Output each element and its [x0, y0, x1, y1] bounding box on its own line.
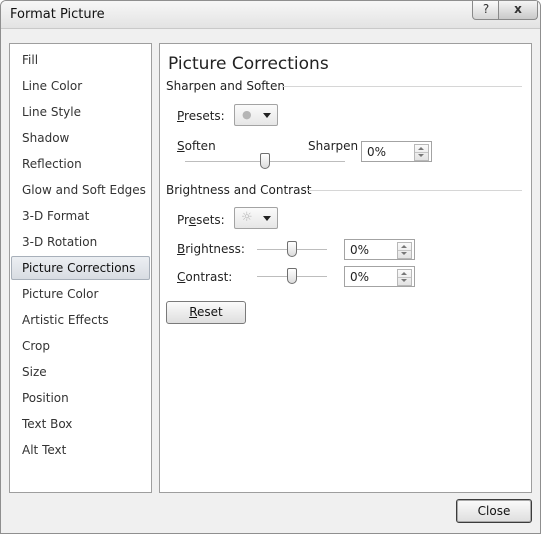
sharpen-presets-dropdown[interactable]: ●	[234, 104, 278, 126]
sharpen-presets-label: Presets:	[177, 109, 225, 123]
nav-item-3d-format[interactable]: 3-D Format	[11, 204, 150, 228]
spin-up-icon[interactable]	[401, 272, 407, 275]
nav-item-glow-soft-edges[interactable]: Glow and Soft Edges	[11, 178, 150, 202]
sharpen-value: 0%	[367, 145, 387, 159]
nav-item-reflection[interactable]: Reflection	[11, 152, 150, 176]
sun-preset-icon: ☼	[241, 210, 253, 225]
sharpen-value-spinner[interactable]: 0%	[361, 141, 432, 162]
spin-down-icon[interactable]	[418, 154, 424, 157]
contrast-value: 0%	[350, 270, 370, 284]
contrast-value-spinner[interactable]: 0%	[344, 266, 415, 287]
contrast-spin-buttons[interactable]	[397, 269, 412, 286]
spin-up-icon[interactable]	[401, 245, 407, 248]
nav-item-text-box[interactable]: Text Box	[11, 412, 150, 436]
brightness-value: 0%	[350, 243, 370, 257]
help-button[interactable]: ?	[472, 1, 500, 20]
nav-item-position[interactable]: Position	[11, 386, 150, 410]
brightness-presets-dropdown[interactable]: ☼	[234, 207, 278, 229]
picture-corrections-panel: Picture Corrections Sharpen and Soften P…	[159, 43, 532, 493]
sharpen-label: Sharpen	[308, 139, 359, 153]
title-bar: Format Picture ? x	[1, 1, 540, 29]
spin-up-icon[interactable]	[418, 147, 424, 150]
contrast-slider-thumb[interactable]	[287, 268, 297, 284]
category-list: Fill Line Color Line Style Shadow Reflec…	[9, 43, 152, 493]
close-button[interactable]: Close	[456, 499, 532, 523]
format-picture-dialog: Format Picture ? x Fill Line Color Line …	[0, 0, 541, 534]
nav-item-picture-color[interactable]: Picture Color	[11, 282, 150, 306]
group-divider	[307, 190, 522, 191]
nav-item-fill[interactable]: Fill	[11, 48, 150, 72]
close-window-button[interactable]: x	[498, 1, 538, 20]
dot-preset-icon: ●	[242, 108, 252, 121]
window-title: Format Picture	[10, 7, 105, 22]
brightness-presets-label: Presets:	[177, 213, 225, 227]
brightness-slider-thumb[interactable]	[287, 241, 297, 257]
brightness-value-spinner[interactable]: 0%	[344, 239, 415, 260]
contrast-label: Contrast:	[177, 270, 233, 284]
nav-item-line-color[interactable]: Line Color	[11, 74, 150, 98]
brightness-label: Brightness:	[177, 242, 245, 256]
group-divider	[282, 86, 522, 87]
nav-item-picture-corrections[interactable]: Picture Corrections	[11, 256, 150, 280]
chevron-down-icon	[263, 113, 271, 118]
nav-item-line-style[interactable]: Line Style	[11, 100, 150, 124]
nav-item-shadow[interactable]: Shadow	[11, 126, 150, 150]
nav-item-artistic-effects[interactable]: Artistic Effects	[11, 308, 150, 332]
chevron-down-icon	[263, 216, 271, 221]
nav-item-alt-text[interactable]: Alt Text	[11, 438, 150, 462]
reset-button[interactable]: Reset	[166, 301, 246, 324]
panel-title: Picture Corrections	[168, 54, 329, 74]
sharpen-slider-thumb[interactable]	[260, 153, 270, 169]
spin-down-icon[interactable]	[401, 279, 407, 282]
sharpen-soften-group-label: Sharpen and Soften	[166, 79, 285, 93]
spin-down-icon[interactable]	[401, 252, 407, 255]
soften-label: Soften	[177, 139, 216, 153]
brightness-contrast-group-label: Brightness and Contrast	[166, 183, 312, 197]
nav-item-size[interactable]: Size	[11, 360, 150, 384]
sharpen-spin-buttons[interactable]	[414, 144, 429, 161]
nav-item-crop[interactable]: Crop	[11, 334, 150, 358]
nav-item-3d-rotation[interactable]: 3-D Rotation	[11, 230, 150, 254]
brightness-spin-buttons[interactable]	[397, 242, 412, 259]
